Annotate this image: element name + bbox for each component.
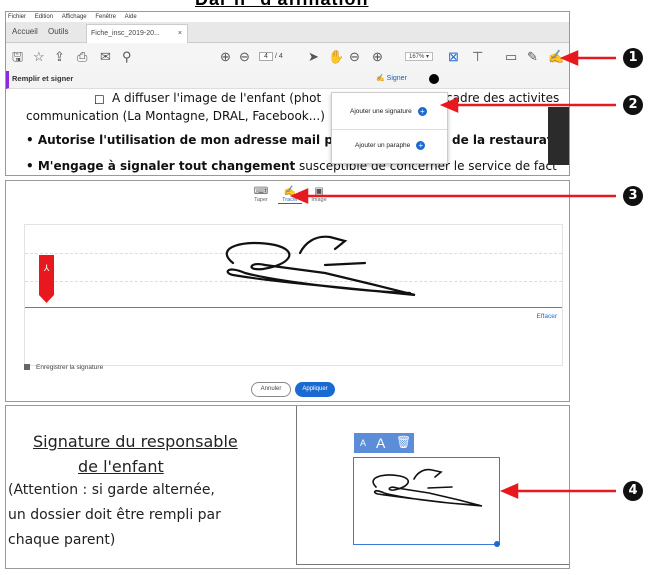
sign-icon[interactable]: ✍ xyxy=(548,50,564,64)
fill-sign-label: Remplir et signer xyxy=(12,74,74,83)
doc-checkbox: ☐ xyxy=(94,93,105,107)
tab-document-label: Fiche_insc_2019-20... xyxy=(91,30,160,37)
zoom-in-icon[interactable]: ⊕ xyxy=(372,50,383,64)
divider xyxy=(332,129,447,130)
enlarge-button[interactable]: A xyxy=(376,435,385,451)
sign-dropdown: Ajouter une signature + Ajouter un paraph… xyxy=(331,92,448,164)
callout-1: 1 xyxy=(623,48,643,68)
fit-icon[interactable]: ⊠ xyxy=(448,50,459,64)
doc-line-4: • M'engage à signaler tout changement su… xyxy=(26,159,557,173)
menu-edit[interactable]: Edition xyxy=(35,14,53,20)
doc-line-1: A diffuser l'image de l'enfant (phot xyxy=(112,91,322,105)
main-toolbar: 🖫 ☆ ⇪ ⎙ ✉ ⚲ ⊕ ⊖ 4 / 4 ➤ ✋ ⊖ ⊕ 167% ▾ ⊠ ⊤… xyxy=(6,43,569,72)
signature-baseline xyxy=(25,307,562,308)
placed-signature-drawing xyxy=(372,468,483,507)
svg-text:⅄: ⅄ xyxy=(43,264,50,274)
hand-icon[interactable]: ✋ xyxy=(328,50,344,64)
mode-type[interactable]: ⌨ Taper xyxy=(249,186,273,203)
comment-icon[interactable]: ▭ xyxy=(505,50,517,64)
page-indicator: 4 / 4 xyxy=(259,52,283,61)
sign-button[interactable]: ✍ Signer xyxy=(376,74,407,82)
acrobat-window: Fichier Edition Affichage Fenêtre Aide A… xyxy=(5,11,570,176)
keyboard-icon: ⌨ xyxy=(253,186,269,197)
trash-icon[interactable]: 🗑 xyxy=(396,435,411,449)
tab-bar: Accueil Outils Fiche_insc_2019-20... × xyxy=(6,22,569,43)
note-line-1: (Attention : si garde alternée, xyxy=(8,482,215,498)
sign-button-label: Signer xyxy=(386,75,407,82)
plus-icon: + xyxy=(416,141,426,150)
heading-line-1: Signature du responsable xyxy=(33,432,238,451)
tab-document[interactable]: Fiche_insc_2019-20... × xyxy=(86,24,188,43)
star-icon[interactable]: ☆ xyxy=(33,50,45,64)
signature-canvas[interactable]: ⅄ Effacer xyxy=(24,224,563,366)
placed-signature[interactable] xyxy=(353,457,500,545)
page-input[interactable]: 4 xyxy=(259,52,273,61)
menu-view[interactable]: Affichage xyxy=(62,14,87,20)
note-line-2: un dossier doit être rempli par xyxy=(8,507,221,523)
clear-button[interactable]: Effacer xyxy=(537,313,557,320)
page-total: / 4 xyxy=(274,53,283,60)
right-panel-collapsed[interactable] xyxy=(548,107,569,165)
acrobat-marker-icon: ⅄ xyxy=(39,255,54,303)
save-signature-option[interactable]: Enregistrer la signature xyxy=(24,364,103,371)
mail-icon[interactable]: ✉ xyxy=(100,50,111,64)
apply-button[interactable]: Appliquer xyxy=(295,382,335,397)
callout-4: 4 xyxy=(623,481,643,501)
callout-2: 2 xyxy=(623,95,643,115)
print-icon[interactable]: ⎙ xyxy=(77,50,87,64)
document-view: ☐ A diffuser l'image de l'enfant (phot c… xyxy=(6,89,569,175)
signature-dialog: ⌨ Taper ✍ Tracer ▣ Image ⅄ Effacer Enregist… xyxy=(5,180,570,402)
save-checkbox[interactable] xyxy=(24,364,30,371)
shrink-button[interactable]: A xyxy=(360,438,366,448)
add-initials-item[interactable]: Ajouter un paraphe + xyxy=(355,141,426,150)
image-icon: ▣ xyxy=(314,186,324,197)
doc-line-3: • Autorise l'utilisation de mon adresse … xyxy=(26,133,333,147)
highlight-icon[interactable]: ✎ xyxy=(527,50,538,64)
zoom-out-icon[interactable]: ⊖ xyxy=(349,50,360,64)
pen-icon: ✍ xyxy=(283,186,297,197)
page-up-icon[interactable]: ⊕ xyxy=(220,50,231,64)
page-down-icon[interactable]: ⊖ xyxy=(239,50,250,64)
resize-handle[interactable] xyxy=(494,541,500,547)
close-icon[interactable]: × xyxy=(178,25,182,43)
add-signature-item[interactable]: Ajouter une signature + xyxy=(350,107,427,116)
menu-window[interactable]: Fenêtre xyxy=(95,14,116,20)
drawn-signature xyxy=(225,235,416,297)
menu-bar: Fichier Edition Affichage Fenêtre Aide xyxy=(6,12,569,22)
zoom-value: 167% xyxy=(409,54,425,60)
color-dot[interactable] xyxy=(429,74,439,84)
tab-home[interactable]: Accueil xyxy=(12,25,38,39)
doc-line-2: communication (La Montagne, DRAL, Facebo… xyxy=(26,109,325,123)
callout-3: 3 xyxy=(623,186,643,206)
tools-icon[interactable]: ⊤ xyxy=(472,50,483,64)
heading-line-2: de l'enfant xyxy=(78,457,164,476)
mode-draw[interactable]: ✍ Tracer xyxy=(278,186,302,204)
tab-tools[interactable]: Outils xyxy=(48,25,68,39)
header-cut-title: Dar n° d'affiliation xyxy=(195,0,368,10)
signature-edit-toolbar: A A 🗑 xyxy=(354,433,414,453)
search-icon[interactable]: ⚲ xyxy=(122,50,132,64)
plus-icon: + xyxy=(417,107,427,116)
mode-image[interactable]: ▣ Image xyxy=(307,186,331,203)
select-icon[interactable]: ➤ xyxy=(308,50,319,64)
zoom-select[interactable]: 167% ▾ xyxy=(405,52,434,61)
doc-line-1b: cadre des activites xyxy=(446,91,560,105)
upload-icon[interactable]: ⇪ xyxy=(54,50,65,64)
note-line-3: chaque parent) xyxy=(8,532,116,548)
fill-sign-bar: Remplir et signer ✍ Signer xyxy=(6,71,569,89)
menu-help[interactable]: Aide xyxy=(125,14,137,20)
cancel-button[interactable]: Annuler xyxy=(251,382,291,397)
menu-file[interactable]: Fichier xyxy=(8,14,26,20)
save-icon[interactable]: 🖫 xyxy=(12,50,23,64)
